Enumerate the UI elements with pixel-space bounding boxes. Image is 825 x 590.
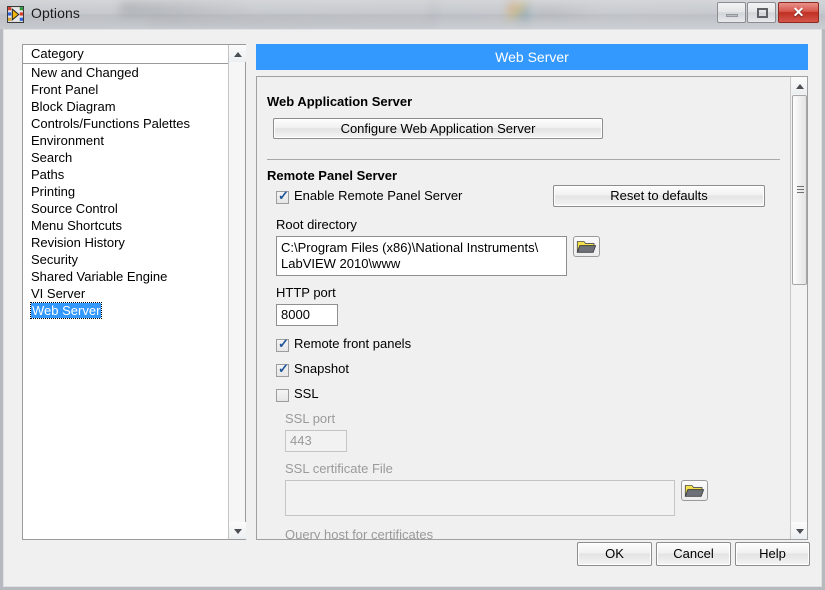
glass-reflection [538, 8, 596, 16]
checkmark-icon: ✓ [278, 188, 289, 203]
sidebar-item-web-server[interactable]: Web Server [23, 302, 228, 319]
configure-web-application-server-button[interactable]: Configure Web Application Server [273, 118, 603, 139]
settings-panel-body: Web Application Server Configure Web App… [256, 76, 808, 540]
category-item-label: VI Server [31, 286, 86, 301]
category-item-label: Security [31, 252, 78, 267]
sidebar-item-block-diagram[interactable]: Block Diagram [23, 98, 228, 115]
http-port-label: HTTP port [276, 285, 336, 300]
checkmark-icon: ✓ [278, 336, 289, 351]
category-header-label: Category [31, 46, 84, 61]
scroll-up-icon[interactable] [229, 45, 246, 62]
glass-reflection [432, 0, 434, 26]
query-host-for-certificates-label: Query host for certificates [285, 527, 434, 539]
sidebar-item-environment[interactable]: Environment [23, 132, 228, 149]
ok-button[interactable]: OK [577, 542, 652, 566]
page-title: Web Server [256, 44, 808, 70]
glass-reflection [0, 22, 430, 27]
category-item-label: Paths [31, 167, 65, 182]
scrollbar-thumb[interactable] [792, 95, 807, 285]
scroll-up-icon[interactable] [791, 77, 807, 94]
root-directory-input[interactable]: C:\Program Files (x86)\National Instrume… [276, 236, 567, 276]
category-item-label: Web Server [29, 302, 103, 319]
category-item-label: Front Panel [31, 82, 99, 97]
category-list-header: Category [23, 45, 228, 64]
category-item-label: Environment [31, 133, 104, 148]
category-item-label: New and Changed [31, 65, 139, 80]
category-scrollbar[interactable] [228, 45, 246, 539]
sidebar-item-controls-functions-palettes[interactable]: Controls/Functions Palettes [23, 115, 228, 132]
http-port-input[interactable]: 8000 [276, 304, 338, 326]
help-button[interactable]: Help [735, 542, 810, 566]
ssl-label: SSL [294, 386, 319, 401]
glass-reflection [120, 2, 250, 16]
settings-panel-scrollbar[interactable] [790, 77, 807, 539]
category-list[interactable]: Category New and Changed Front Panel Blo… [23, 45, 228, 539]
settings-panel: Web Server Web Application Server Config… [256, 44, 808, 540]
category-item-label: Search [31, 150, 73, 165]
dialog-client-area: Category New and Changed Front Panel Blo… [0, 29, 825, 590]
ssl-certificate-file-label: SSL certificate File [285, 461, 393, 476]
sidebar-item-printing[interactable]: Printing [23, 183, 228, 200]
root-directory-label: Root directory [276, 217, 357, 232]
category-item-label: Revision History [31, 235, 125, 250]
snapshot-checkbox[interactable]: ✓ [276, 361, 289, 377]
category-item-label: Source Control [31, 201, 118, 216]
sidebar-item-search[interactable]: Search [23, 149, 228, 166]
root-directory-value-line2: LabVIEW 2010\www [281, 256, 401, 271]
window-titlebar[interactable]: Options ✕ [0, 0, 825, 30]
close-icon: ✕ [792, 4, 805, 20]
folder-open-icon [684, 485, 705, 497]
scrollbar-grip-icon [797, 186, 804, 194]
folder-open-icon [576, 241, 597, 253]
scroll-down-icon[interactable] [791, 522, 807, 539]
scroll-down-icon[interactable] [229, 522, 246, 539]
ssl-checkbox[interactable] [276, 389, 289, 402]
sidebar-item-source-control[interactable]: Source Control [23, 200, 228, 217]
checkmark-icon: ✓ [278, 361, 289, 376]
root-directory-value-line1: C:\Program Files (x86)\National Instrume… [281, 240, 539, 255]
ssl-port-input[interactable]: 443 [285, 430, 347, 452]
remote-front-panels-label: Remote front panels [294, 336, 412, 351]
reset-to-defaults-button[interactable]: Reset to defaults [553, 185, 765, 207]
labview-icon [7, 6, 24, 23]
section-heading-remote-panel-server: Remote Panel Server [267, 168, 398, 183]
category-item-label: Shared Variable Engine [31, 269, 168, 284]
sidebar-item-security[interactable]: Security [23, 251, 228, 268]
ssl-certificate-file-input[interactable] [285, 480, 675, 516]
category-item-label: Block Diagram [31, 99, 116, 114]
category-item-label: Printing [31, 184, 76, 199]
ssl-certificate-browse-button[interactable] [681, 480, 708, 501]
dialog-inner: Category New and Changed Front Panel Blo… [3, 29, 822, 587]
section-divider [267, 159, 780, 160]
glass-reflection [508, 3, 530, 19]
sidebar-item-front-panel[interactable]: Front Panel [23, 81, 228, 98]
remote-front-panels-checkbox[interactable]: ✓ [276, 336, 289, 352]
maximize-restore-button[interactable] [747, 2, 776, 23]
settings-panel-content: Web Application Server Configure Web App… [257, 77, 790, 539]
sidebar-item-revision-history[interactable]: Revision History [23, 234, 228, 251]
category-item-label: Controls/Functions Palettes [31, 116, 190, 131]
enable-remote-panel-server-label: Enable Remote Panel Server [294, 188, 463, 203]
ssl-port-label: SSL port [285, 411, 336, 426]
sidebar-item-shared-variable-engine[interactable]: Shared Variable Engine [23, 268, 228, 285]
enable-remote-panel-server-checkbox[interactable]: ✓ [276, 188, 289, 204]
cancel-button[interactable]: Cancel [656, 542, 731, 566]
sidebar-item-new-and-changed[interactable]: New and Changed [23, 64, 228, 81]
sidebar-item-paths[interactable]: Paths [23, 166, 228, 183]
sidebar-item-menu-shortcuts[interactable]: Menu Shortcuts [23, 217, 228, 234]
category-list-panel: Category New and Changed Front Panel Blo… [22, 44, 246, 540]
close-button[interactable]: ✕ [778, 2, 819, 23]
options-window: Options ✕ Category New and Changed Front… [0, 0, 825, 590]
sidebar-item-vi-server[interactable]: VI Server [23, 285, 228, 302]
snapshot-label: Snapshot [294, 361, 349, 376]
minimize-button[interactable] [717, 2, 746, 23]
section-heading-web-application-server: Web Application Server [267, 94, 413, 109]
category-item-label: Menu Shortcuts [31, 218, 123, 233]
root-directory-browse-button[interactable] [573, 236, 600, 257]
window-title: Options [31, 5, 80, 21]
